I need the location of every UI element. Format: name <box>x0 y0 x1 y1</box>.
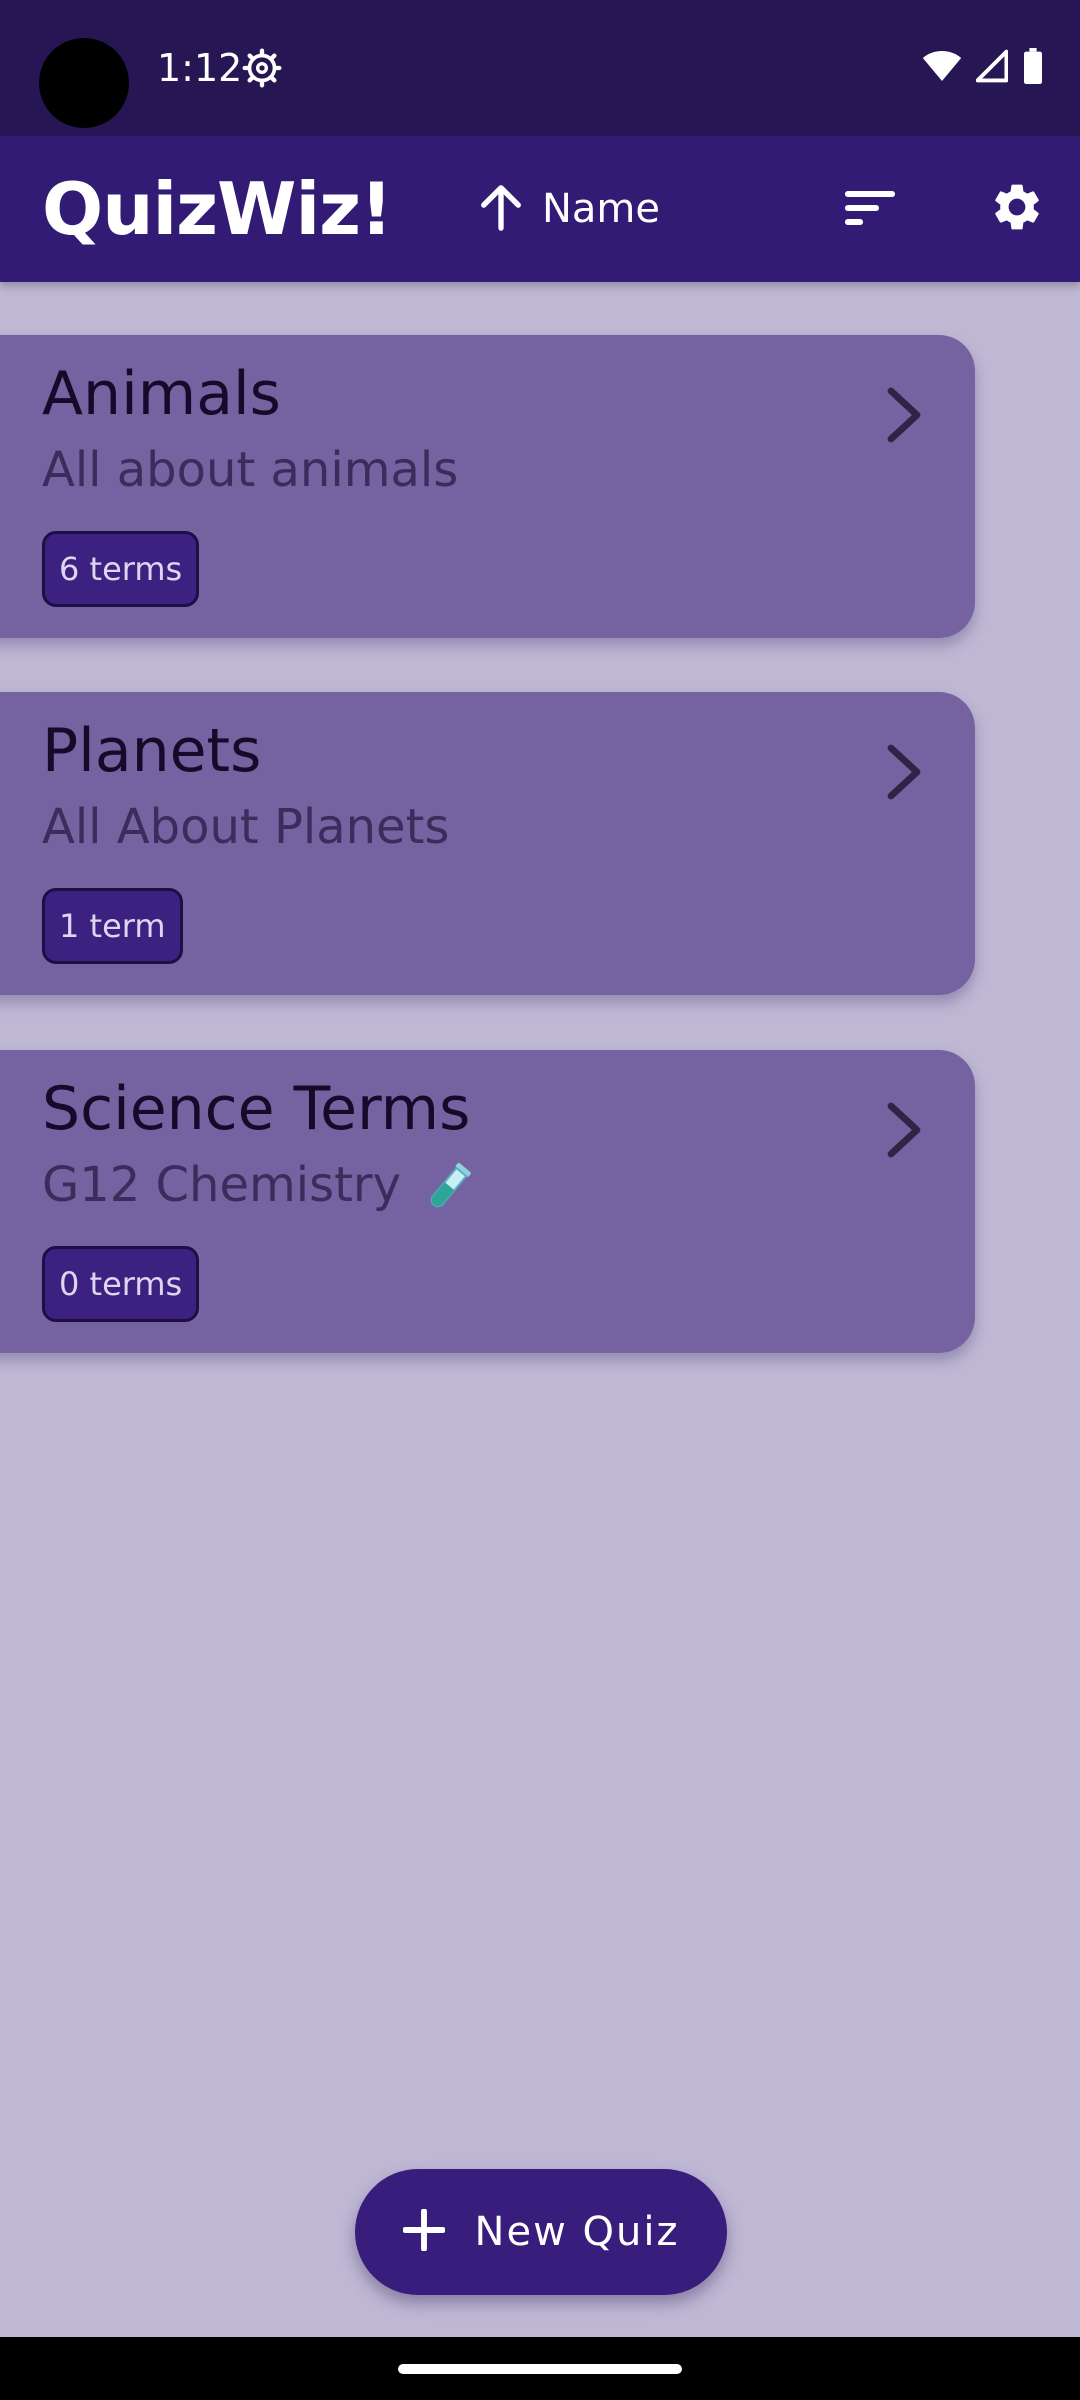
system-navigation-bar <box>0 2337 1080 2400</box>
sort-order-button[interactable] <box>838 180 902 240</box>
quiz-title: Animals <box>42 359 281 429</box>
settings-button[interactable] <box>984 176 1050 242</box>
chevron-right-icon <box>881 1100 925 1160</box>
quiz-card-animals[interactable]: Animals All about animals 6 terms <box>0 335 975 638</box>
battery-icon <box>1022 48 1044 88</box>
app-bar: QuizWiz! Name <box>0 136 1080 282</box>
term-count-badge: 1 term <box>42 888 183 964</box>
test-tube-icon <box>419 1159 477 1217</box>
new-quiz-label: New Quiz <box>474 2209 680 2255</box>
plus-icon <box>401 2208 446 2255</box>
chevron-right-icon <box>881 742 925 802</box>
quiz-description: All about animals <box>42 442 459 498</box>
cell-signal-icon <box>975 49 1009 87</box>
term-count-badge: 0 terms <box>42 1246 200 1322</box>
chevron-right-icon <box>881 385 925 445</box>
new-quiz-button[interactable]: New Quiz <box>355 2169 727 2295</box>
sort-by-name-toggle[interactable]: Name <box>478 176 660 242</box>
status-bar: 1:12 <box>0 0 1080 136</box>
camera-cutout <box>39 38 129 128</box>
quiz-description-row: G12 Chemistry <box>42 1155 477 1217</box>
quiz-description: G12 Chemistry <box>42 1157 402 1213</box>
quiz-description: All About Planets <box>42 799 450 855</box>
quiz-title: Science Terms <box>42 1074 471 1144</box>
quiz-card-science-terms[interactable]: Science Terms G12 Chemistry 0 terms <box>0 1050 975 1353</box>
settings-gear-icon <box>242 48 282 88</box>
quiz-card-planets[interactable]: Planets All About Planets 1 term <box>0 692 975 995</box>
quiz-title: Planets <box>42 716 262 786</box>
sort-label: Name <box>542 186 661 232</box>
sort-lines-icon <box>843 188 897 232</box>
gear-icon <box>989 179 1045 239</box>
term-count-badge: 6 terms <box>42 531 200 607</box>
arrow-up-icon <box>478 182 524 236</box>
wifi-icon <box>922 49 962 87</box>
status-icons <box>922 48 1044 88</box>
home-gesture-handle[interactable] <box>398 2364 682 2374</box>
status-time: 1:12 <box>157 46 243 90</box>
app-title: QuizWiz! <box>42 167 393 251</box>
